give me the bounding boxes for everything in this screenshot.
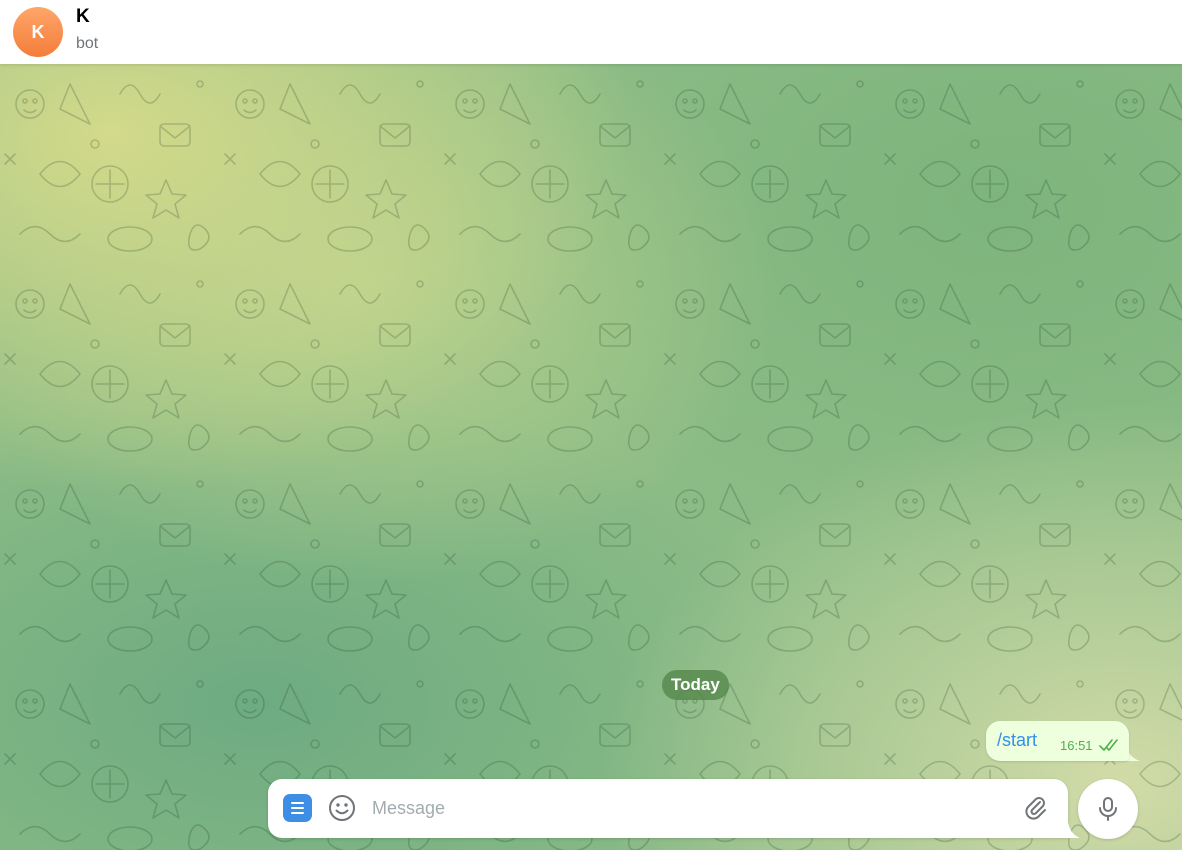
smile-icon[interactable] [328,794,356,822]
paperclip-icon[interactable] [1023,795,1049,821]
message-composer [268,779,1068,838]
chat-subtitle: bot [76,35,99,52]
menu-icon [291,802,304,805]
telegram-chat-window: K K bot Today /start 16:51 Message [0,0,1182,850]
composer-tail [1064,822,1080,838]
message-input[interactable] [372,789,1012,827]
outgoing-message[interactable]: /start 16:51 [986,721,1129,761]
microphone-icon [1099,797,1117,821]
chat-title[interactable]: K [76,6,90,28]
avatar[interactable]: K [13,7,63,57]
menu-icon-bar [291,812,304,815]
double-check-icon [1099,739,1118,751]
chat-header[interactable]: K K bot [0,0,1182,64]
message-time: 16:51 [1060,738,1093,753]
message-text[interactable]: /start [997,730,1037,751]
voice-record-button[interactable] [1078,779,1138,839]
date-separator: Today [662,670,729,700]
menu-icon-bar [291,807,304,810]
bot-menu-button[interactable] [283,794,312,822]
